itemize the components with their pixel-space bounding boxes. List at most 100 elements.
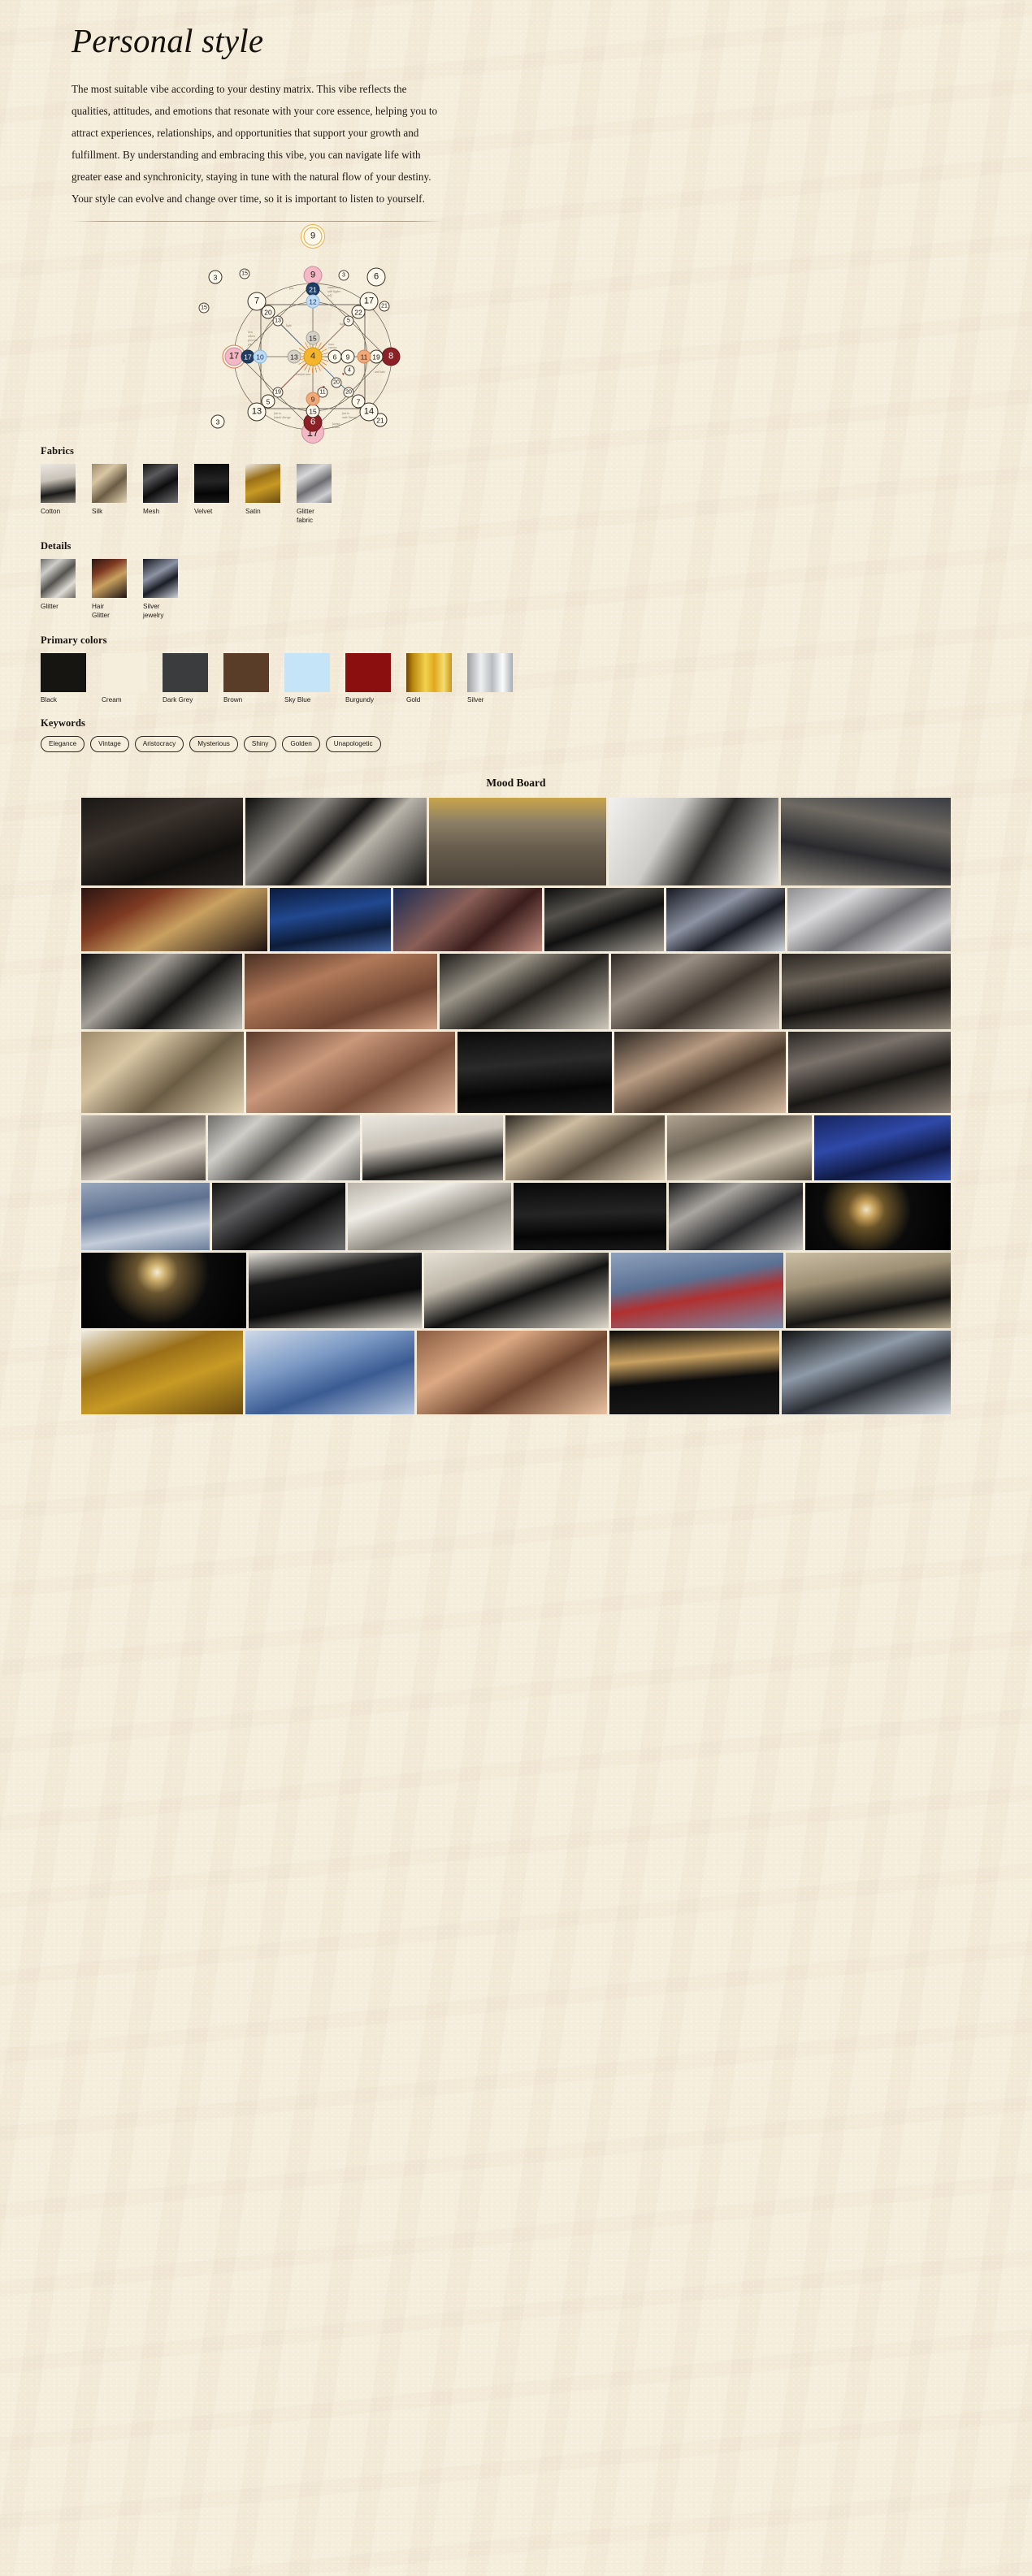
mood-board-photo[interactable] xyxy=(787,1031,951,1113)
mood-board-photo[interactable] xyxy=(457,1031,613,1113)
mood-board-photo[interactable] xyxy=(245,797,427,885)
color-tile[interactable]: Gold xyxy=(406,652,452,704)
fabric-tile[interactable]: Glitter fabric xyxy=(297,464,332,525)
personal-style-page: Personal style The most suitable vibe ac… xyxy=(0,0,1032,1434)
matrix-corner-node[interactable]: 19 xyxy=(272,387,284,398)
matrix-cardinal-node[interactable]: 10 xyxy=(253,349,267,364)
mood-board-photo[interactable] xyxy=(81,1330,243,1414)
matrix-outer-node[interactable]: 3 xyxy=(338,270,349,281)
matrix-corner-node[interactable]: 5 xyxy=(343,315,354,327)
matrix-cardinal-node[interactable]: 9 xyxy=(306,392,320,406)
matrix-outer-node[interactable]: 6 xyxy=(366,267,386,287)
mood-board-photo[interactable] xyxy=(81,1031,245,1113)
mood-board-photo[interactable] xyxy=(609,797,779,885)
matrix-center-node[interactable]: 4 xyxy=(303,347,323,366)
keyword-pill[interactable]: Unapologetic xyxy=(325,735,381,752)
fabric-tile[interactable]: Mesh xyxy=(143,464,178,525)
mood-board-photo[interactable] xyxy=(505,1115,665,1180)
mood-board-photo[interactable] xyxy=(666,1115,812,1180)
matrix-outer-node[interactable]: 9 xyxy=(303,227,323,246)
keyword-pill[interactable]: Vintage xyxy=(90,735,129,752)
mood-board-photo[interactable] xyxy=(781,797,951,885)
mood-board-photo[interactable] xyxy=(208,1115,361,1180)
mood-board-photo[interactable] xyxy=(81,1115,206,1180)
color-tile[interactable]: Silver xyxy=(467,652,513,704)
mood-board-photo[interactable] xyxy=(244,953,438,1029)
matrix-outer-node[interactable]: 3 xyxy=(210,414,225,429)
matrix-corner-node[interactable]: 4 xyxy=(344,365,355,376)
mood-board-photo[interactable] xyxy=(423,1252,609,1328)
matrix-outer-node[interactable]: 21 xyxy=(379,301,390,312)
matrix-cardinal-node[interactable]: 9 xyxy=(340,349,355,364)
fabric-tile[interactable]: Satin xyxy=(245,464,280,525)
svg-text:female lineage: female lineage xyxy=(274,416,291,419)
mood-board-photo[interactable] xyxy=(246,1031,455,1113)
keyword-pill[interactable]: Golden xyxy=(282,735,320,752)
mood-board-photo[interactable] xyxy=(609,1330,779,1414)
matrix-outer-node[interactable]: 15 xyxy=(239,268,250,279)
matrix-corner-node[interactable]: 7 xyxy=(351,394,366,409)
matrix-cardinal-node[interactable]: 13 xyxy=(287,349,301,364)
mood-board-photo[interactable] xyxy=(440,953,609,1029)
keyword-pill[interactable]: Elegance xyxy=(41,735,85,752)
mood-board-photo[interactable] xyxy=(804,1182,951,1250)
matrix-outer-node[interactable]: 3 xyxy=(208,270,223,284)
keyword-pill[interactable]: Shiny xyxy=(243,735,277,752)
color-tile[interactable]: Black xyxy=(41,652,86,704)
color-tile[interactable]: Brown xyxy=(223,652,269,704)
fabric-tile[interactable]: Cotton xyxy=(41,464,76,525)
mood-board-photo[interactable] xyxy=(514,1182,667,1250)
mood-board-photo[interactable] xyxy=(81,1182,210,1250)
mood-board-photo[interactable] xyxy=(781,1330,951,1414)
mood-board-photo[interactable] xyxy=(348,1182,512,1250)
matrix-corner-node[interactable]: 20 xyxy=(331,377,342,388)
mood-board-photo[interactable] xyxy=(416,1330,608,1414)
matrix-cardinal-node[interactable]: 19 xyxy=(369,349,384,364)
matrix-outer-node[interactable]: 15 xyxy=(198,302,210,314)
matrix-cardinal-node[interactable]: 8 xyxy=(381,347,401,366)
matrix-cardinal-node[interactable]: 15 xyxy=(306,331,320,345)
mood-board-photo[interactable] xyxy=(81,1252,246,1328)
color-tile[interactable]: Cream xyxy=(102,652,147,704)
mood-board-photo[interactable] xyxy=(614,1031,786,1113)
destiny-matrix-diagram[interactable]: fate connection with higher self light l… xyxy=(183,227,443,444)
matrix-corner-node[interactable]: 22 xyxy=(351,305,366,319)
mood-board-photo[interactable] xyxy=(428,797,607,885)
mood-board-photo[interactable] xyxy=(666,887,785,951)
matrix-cardinal-node[interactable]: 12 xyxy=(306,294,320,309)
mood-board-photo[interactable] xyxy=(610,1252,784,1328)
mood-board-photo[interactable] xyxy=(610,953,780,1029)
color-tile[interactable]: Sky Blue xyxy=(284,652,330,704)
color-tile[interactable]: Dark Grey xyxy=(163,652,208,704)
mood-board-photo[interactable] xyxy=(269,887,392,951)
color-tile[interactable]: Burgundy xyxy=(345,652,391,704)
mood-board-photo[interactable] xyxy=(245,1330,414,1414)
detail-tile[interactable]: Hair Glitter xyxy=(92,558,127,620)
matrix-corner-node[interactable]: 20 xyxy=(343,387,354,398)
fabric-tile[interactable]: Silk xyxy=(92,464,127,525)
mood-board-photo[interactable] xyxy=(544,887,664,951)
mood-board-photo[interactable] xyxy=(393,887,543,951)
detail-tile[interactable]: Glitter xyxy=(41,558,76,620)
mood-board-photo[interactable] xyxy=(669,1182,803,1250)
matrix-cardinal-node[interactable]: 15 xyxy=(306,404,320,418)
mood-board-photo[interactable] xyxy=(248,1252,422,1328)
mood-board-photo[interactable] xyxy=(362,1115,503,1180)
fabric-tile[interactable]: Velvet xyxy=(194,464,229,525)
keyword-pill[interactable]: Aristocracy xyxy=(134,735,184,752)
mood-board-photo[interactable] xyxy=(81,887,267,951)
keyword-pill[interactable]: Mysterious xyxy=(189,735,238,752)
mood-board-photo[interactable] xyxy=(81,797,243,885)
matrix-cardinal-node[interactable]: 11 xyxy=(357,349,371,364)
svg-text:you: you xyxy=(247,343,252,346)
detail-tile[interactable]: Silver jewelry xyxy=(143,558,178,620)
mood-board-photo[interactable] xyxy=(787,887,952,951)
mood-board-photo[interactable] xyxy=(81,953,242,1029)
mood-board-photo[interactable] xyxy=(211,1182,346,1250)
mood-board-photo[interactable] xyxy=(786,1252,951,1328)
mood-board-photo[interactable] xyxy=(782,953,951,1029)
matrix-corner-node[interactable]: 5 xyxy=(261,394,275,409)
matrix-corner-node[interactable]: 13 xyxy=(272,315,284,327)
matrix-cardinal-node[interactable]: 6 xyxy=(327,349,342,364)
mood-board-photo[interactable] xyxy=(813,1115,951,1180)
